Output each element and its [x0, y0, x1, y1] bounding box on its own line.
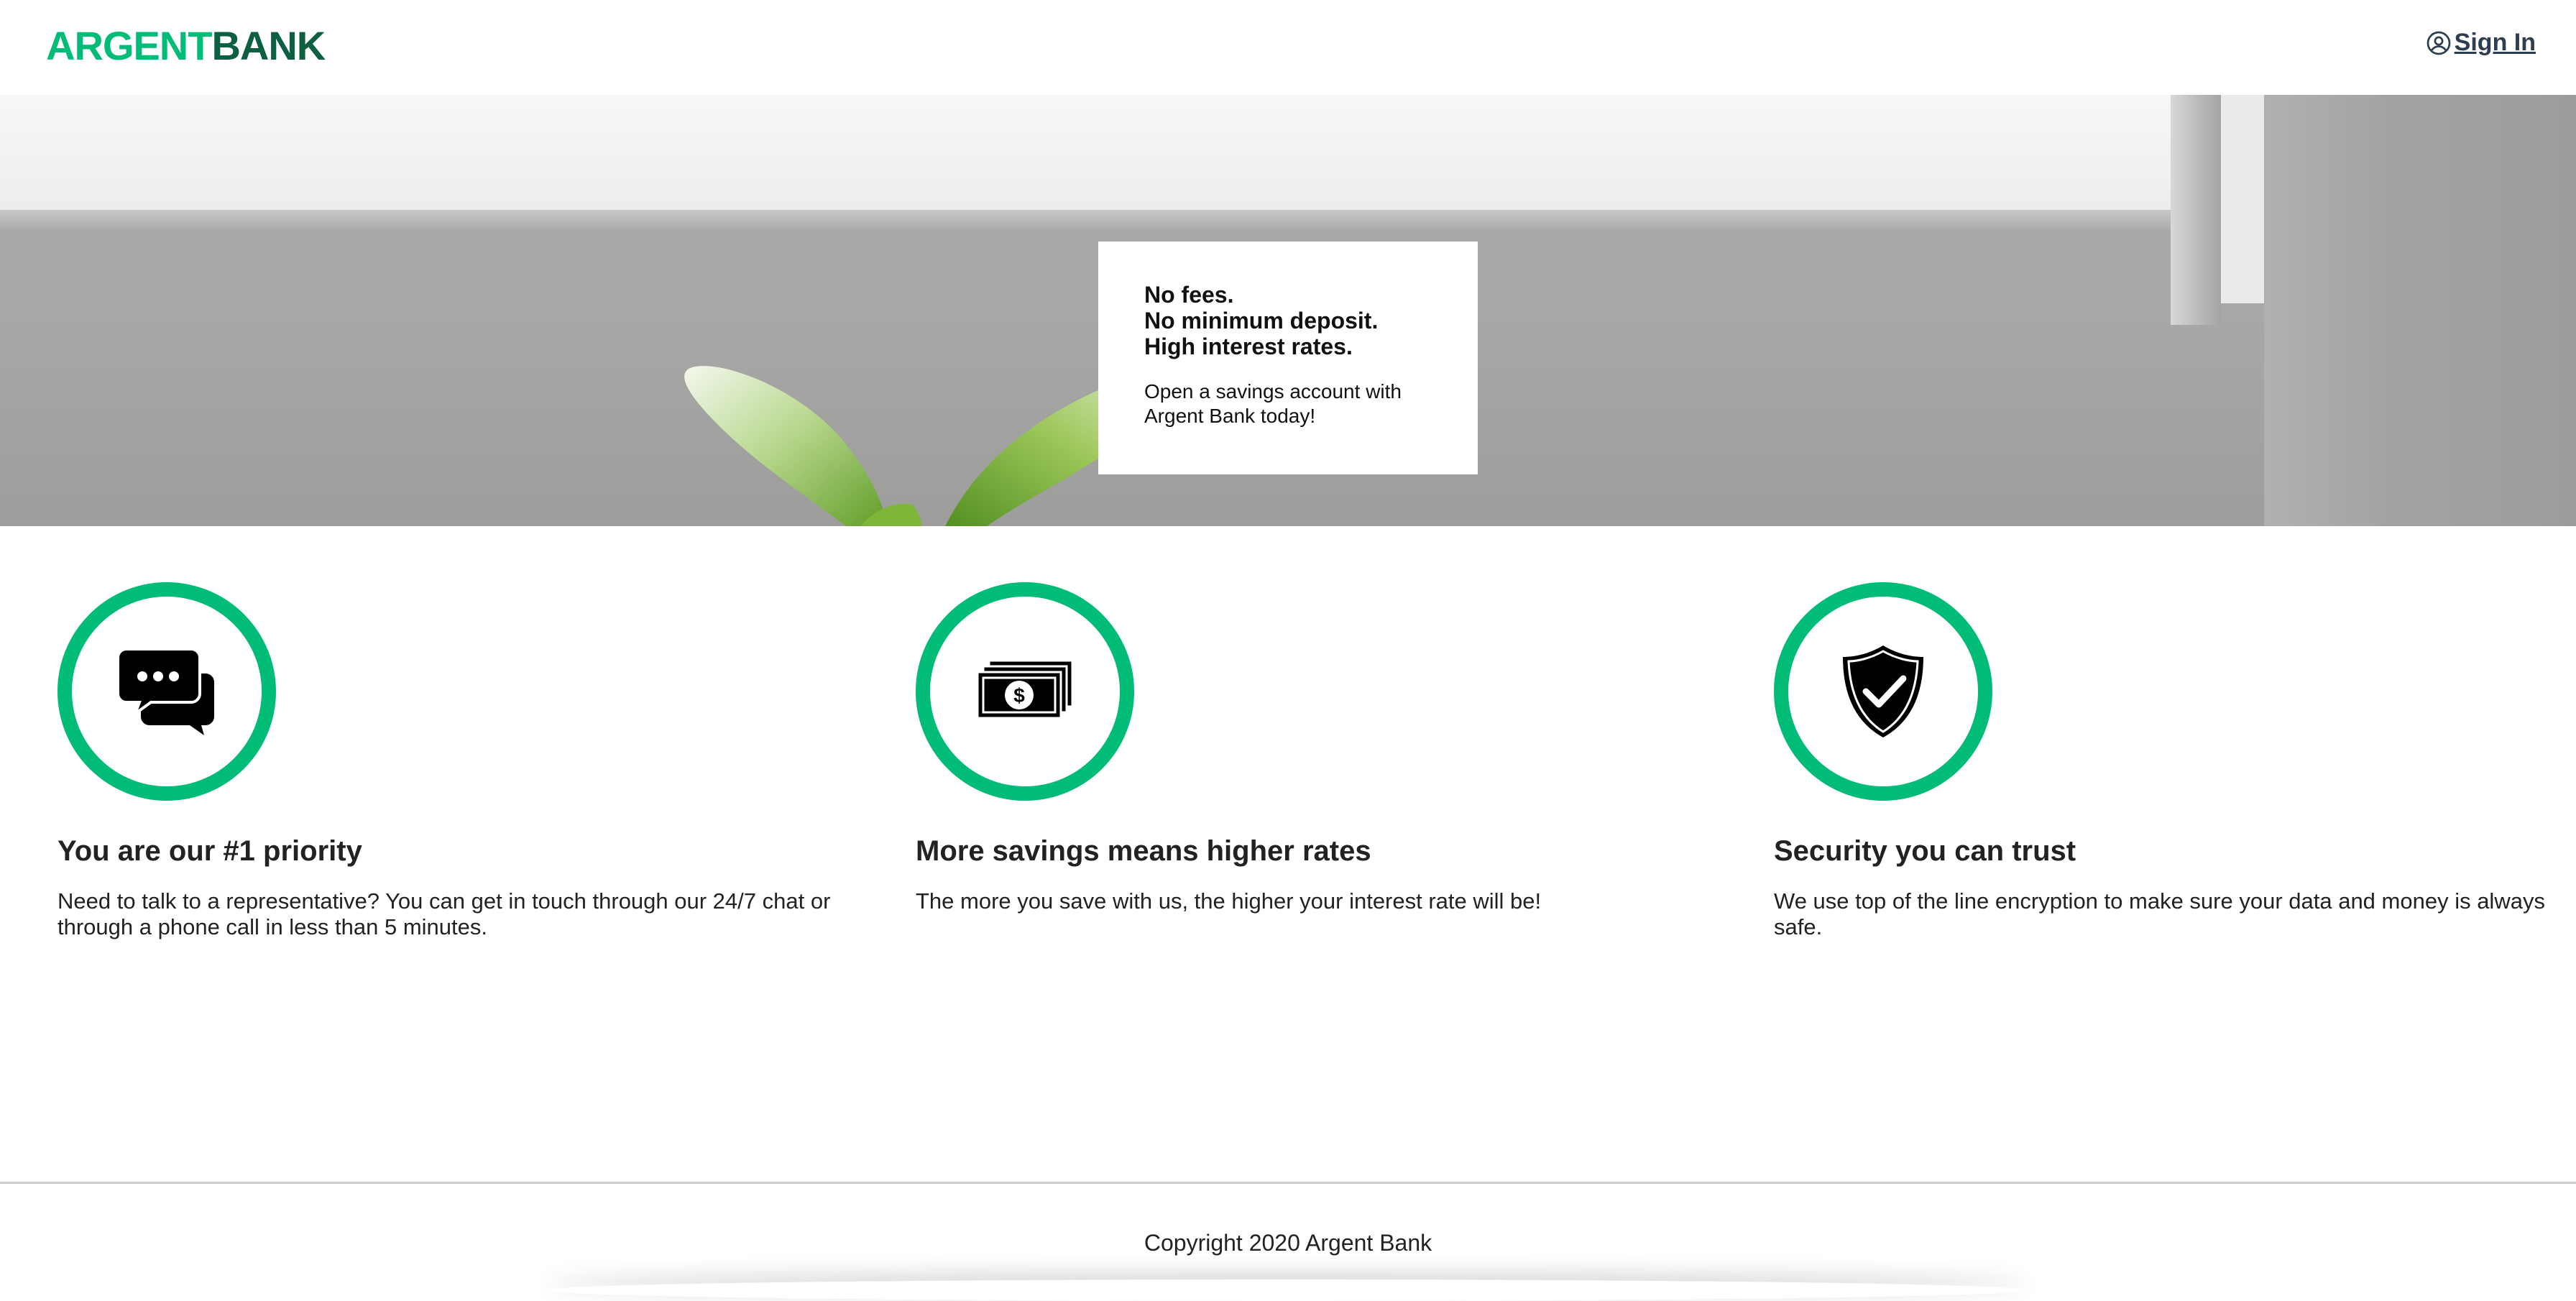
promo-subtitle: High interest rates. [1144, 334, 1353, 359]
feature-icon-ring: $ [916, 582, 1134, 801]
feature-icon-ring [1774, 582, 1992, 801]
main-nav: ARGENTBANK Sign In [0, 0, 2576, 95]
feature-item: $ More savings means higher rates The mo… [916, 582, 1706, 914]
feature-text: Need to talk to a representative? You ca… [58, 888, 831, 939]
feature-title: Security you can trust [1774, 835, 2076, 867]
hero-wall [2264, 95, 2576, 526]
promo-card: No fees. No minimum deposit. High intere… [1098, 242, 1478, 474]
promo-text: Open a savings account with Argent Bank … [1144, 380, 1402, 427]
footer-copyright: Copyright 2020 Argent Bank [1144, 1230, 1432, 1256]
feature-item: Security you can trust We use top of the… [1774, 582, 2564, 940]
feature-icon-ring [58, 582, 276, 801]
sign-in-link[interactable]: Sign In [2426, 29, 2536, 57]
logo-part-argent: ARGENT [46, 23, 212, 68]
footer: Copyright 2020 Argent Bank [0, 1184, 2576, 1287]
promo-subtitle: No minimum deposit. [1144, 308, 1379, 334]
chat-icon [116, 648, 214, 735]
feature-text: The more you save with us, the higher yo… [916, 888, 1542, 914]
shield-icon [1843, 645, 1923, 737]
argent-bank-logo[interactable]: ARGENTBANK [46, 22, 326, 70]
feature-text: We use top of the line encryption to mak… [1774, 888, 2545, 939]
hero-window-frame [2171, 95, 2221, 325]
feature-item: You are our #1 priority Need to talk to … [58, 582, 848, 940]
feature-title: You are our #1 priority [58, 835, 362, 867]
hero-banner: No fees. No minimum deposit. High intere… [0, 95, 2576, 526]
logo-part-bank: BANK [211, 23, 326, 68]
footer-shadow [546, 1279, 2027, 1301]
promo-subtitle: No fees. [1144, 282, 1234, 308]
money-icon: $ [976, 659, 1074, 720]
feature-title: More savings means higher rates [916, 835, 1371, 867]
user-circle-icon [2426, 31, 2451, 55]
hero-window-pane [2221, 95, 2264, 303]
sign-in-label: Sign In [2454, 29, 2536, 56]
svg-text:$: $ [1013, 684, 1025, 707]
